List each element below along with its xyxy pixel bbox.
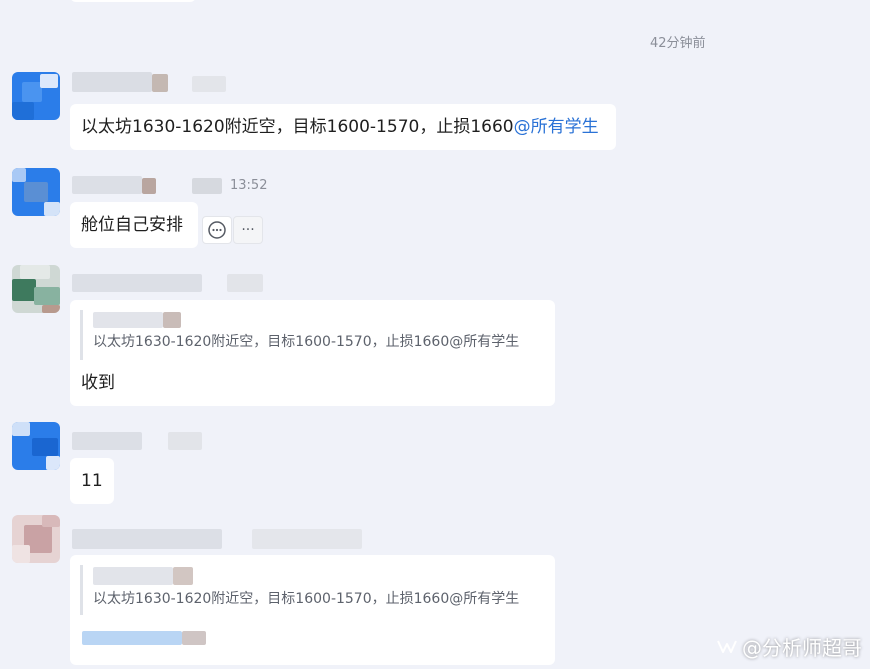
watermark: @分析师超哥 xyxy=(716,632,862,661)
quoted-message[interactable]: 以太坊1630-1620附近空，目标1600-1570，止损1660@所有学生 xyxy=(80,565,540,615)
sender-name-redacted xyxy=(72,430,212,452)
quoted-text: 以太坊1630-1620附近空，目标1600-1570，止损1660@所有学生 xyxy=(93,591,520,607)
quoted-text: 以太坊1630-1620附近空，目标1600-1570，止损1660@所有学生 xyxy=(93,334,520,350)
message-text: 以太坊1630-1620附近空，目标1600-1570，止损1660 xyxy=(81,117,514,137)
mention-all-link[interactable]: @所有学生 xyxy=(514,117,599,137)
sender-name-redacted xyxy=(72,72,232,94)
message-bubble[interactable]: 以太坊1630-1620附近空，目标1600-1570，止损1660@所有学生 xyxy=(70,555,555,665)
quoted-sender-redacted xyxy=(93,565,540,589)
watermark-text: @分析师超哥 xyxy=(742,636,862,660)
message-time: 13:52 xyxy=(230,178,268,193)
previous-message-bubble xyxy=(70,0,196,2)
avatar[interactable] xyxy=(12,515,60,563)
avatar[interactable] xyxy=(12,72,60,120)
avatar[interactable] xyxy=(12,168,60,216)
message-bubble[interactable]: 以太坊1630-1620附近空，目标1600-1570，止损1660@所有学生 … xyxy=(70,300,555,406)
message-text: 收到 xyxy=(81,373,115,393)
reply-button[interactable] xyxy=(202,216,232,244)
sender-name-redacted xyxy=(72,527,372,551)
message-text: 舱位自己安排 xyxy=(81,215,183,235)
more-dots-icon: ··· xyxy=(241,222,255,238)
message-bubble[interactable]: 11 xyxy=(70,458,114,504)
comment-bubble-icon xyxy=(208,221,226,239)
sender-name-redacted xyxy=(72,272,272,294)
message-bubble[interactable]: 以太坊1630-1620附近空，目标1600-1570，止损1660@所有学生 xyxy=(70,104,616,150)
message-text: 11 xyxy=(81,471,103,491)
quoted-sender-redacted xyxy=(93,310,540,332)
wechat-channel-icon xyxy=(717,640,737,653)
message-content-redacted xyxy=(82,629,222,647)
time-divider: 42分钟前 xyxy=(650,36,706,51)
more-options-button[interactable]: ··· xyxy=(233,216,263,244)
quoted-message[interactable]: 以太坊1630-1620附近空，目标1600-1570，止损1660@所有学生 xyxy=(80,310,540,360)
avatar[interactable] xyxy=(12,422,60,470)
sender-name-redacted xyxy=(72,176,222,196)
avatar[interactable] xyxy=(12,265,60,313)
message-bubble[interactable]: 舱位自己安排 xyxy=(70,202,198,248)
